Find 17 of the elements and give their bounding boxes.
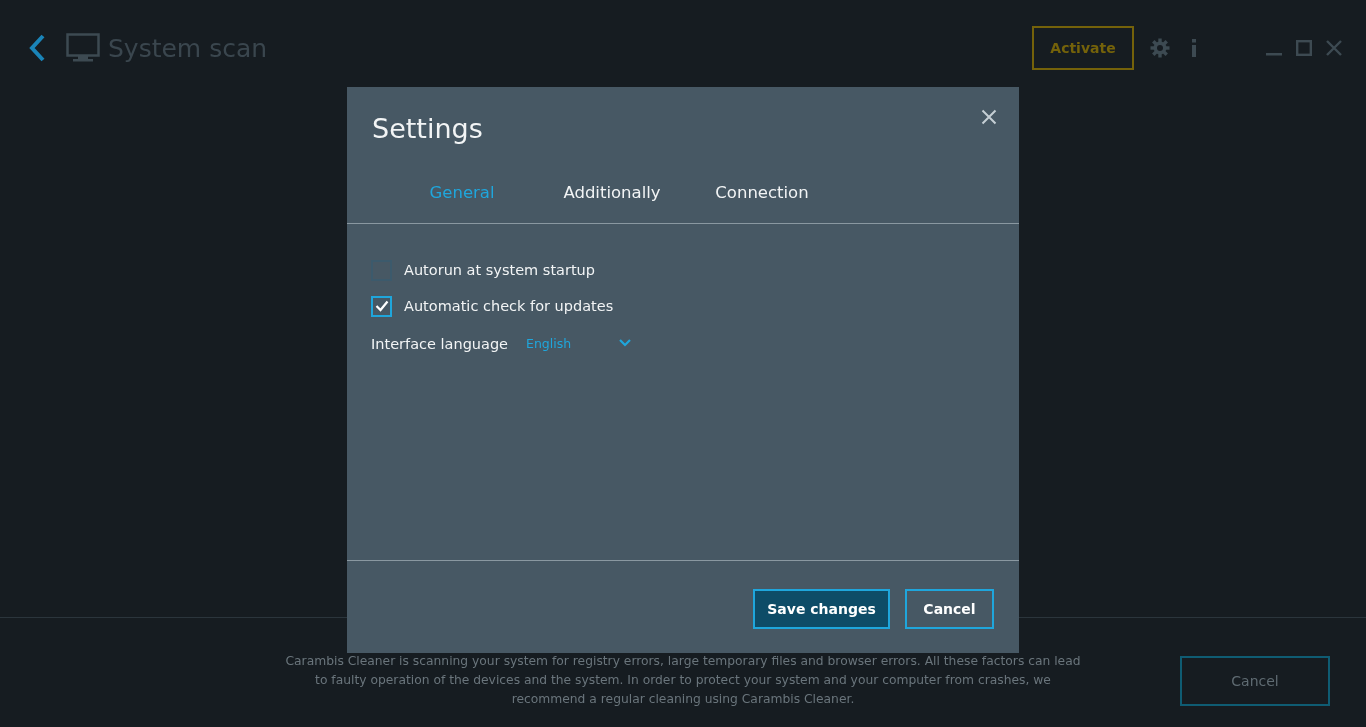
checkbox-label: Automatic check for updates [404,298,614,314]
dialog-title: Settings [372,113,483,146]
cancel-button[interactable]: Cancel [905,589,994,629]
checkbox-label: Autorun at system startup [404,262,595,278]
monitor-icon [66,33,100,63]
tab[interactable]: Additionally [537,182,687,202]
checkbox[interactable] [371,295,392,317]
back-icon[interactable] [28,33,46,63]
scan-description: Carambis Cleaner is scanning your system for registry errors, large temporary files and browser errors. All these factors can lead to faulty operation of the devices and the system. In order to protect your system and your computer from crashes, we recommend a regular cleaning using Carambis Cleaner. [284,653,1082,708]
save-button[interactable]: Save changes [753,589,890,629]
maximize-icon[interactable] [1296,40,1312,56]
close-icon[interactable] [1326,40,1342,56]
settings-icon[interactable] [1150,38,1170,58]
language-label: Interface language [371,336,509,352]
chevron-down-icon [619,339,632,347]
info-icon[interactable] [1190,39,1198,57]
tab[interactable]: Connection [687,182,837,202]
